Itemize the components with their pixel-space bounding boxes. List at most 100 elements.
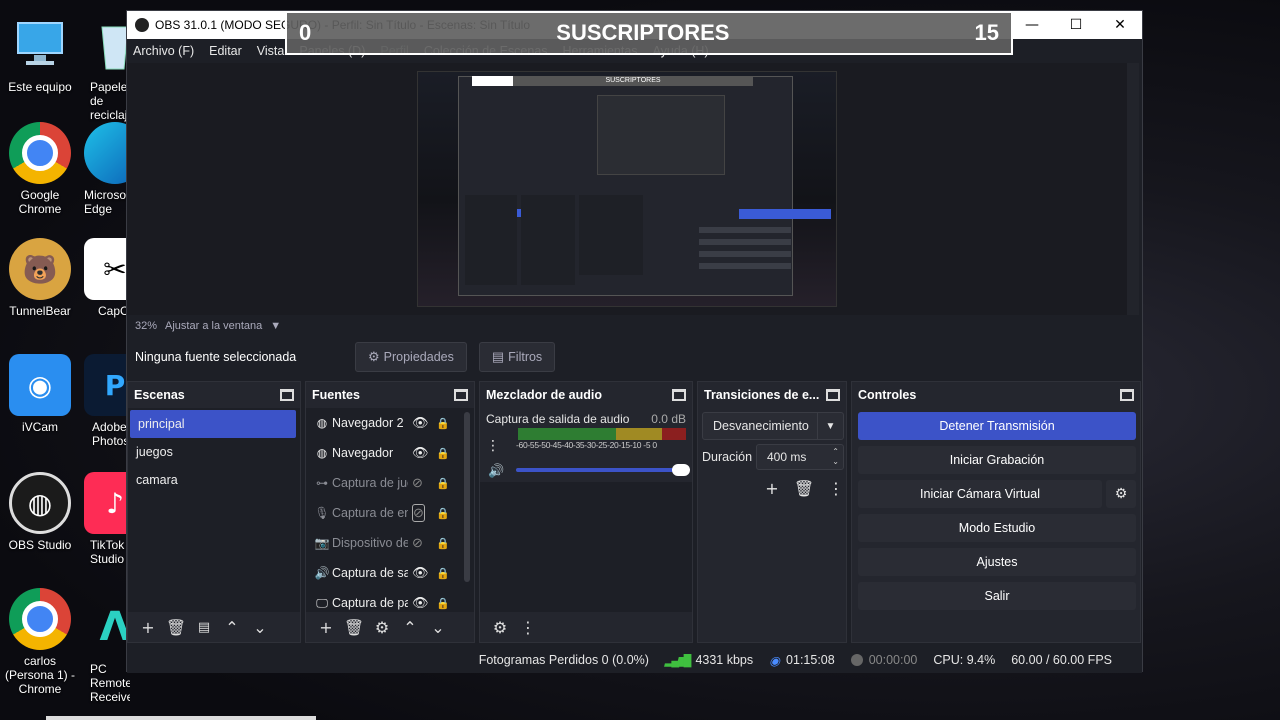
desktop-icon-this-pc[interactable]: Este equipo [0,14,80,94]
subscriber-title: SUSCRIPTORES [556,20,730,45]
chevron-down-icon[interactable]: ⌄ [246,615,274,639]
sources-scrollbar[interactable] [464,412,470,582]
desktop-icon-ivcam[interactable]: ◉ iVCam [0,354,80,434]
desktop-icon-obs[interactable]: ◍ OBS Studio [0,472,80,552]
source-name: Captura de entrada de audio [332,506,408,520]
chevron-up-icon[interactable]: ⌃ [218,615,246,639]
source-item[interactable]: ⊶ Captura de juego ⊘ 🔒 [306,468,474,498]
desktop-icon-label: Microsoft Edge [84,188,130,216]
exit-button[interactable]: Salir [858,582,1136,610]
transitions-title: Transiciones de e... [704,388,820,402]
start-recording-button[interactable]: Iniciar Grabación [858,446,1136,474]
window-controls: — ☐ ✕ [1010,11,1142,39]
source-name: Dispositivo de captura de video [332,536,408,550]
source-item[interactable]: ◍ Navegador 👁 🔒 [306,438,474,468]
speaker-icon[interactable]: 🔊 [488,464,504,479]
zoom-fit-label[interactable]: Ajustar a la ventana [165,320,262,332]
trash-icon[interactable]: 🗑 [162,615,190,639]
kebab-menu-icon[interactable]: ⋮ [514,615,542,639]
filters-button[interactable]: ▤ Filtros [478,342,556,372]
desktop-icon-chrome[interactable]: Google Chrome [0,122,80,216]
kebab-menu-icon[interactable]: ⋮ [486,438,500,454]
scene-item[interactable]: juegos [128,438,300,466]
eye-hidden-icon[interactable]: ⊘ [412,475,423,491]
chevron-down-icon[interactable]: ⌄ [424,615,452,639]
mixer-toolbar: ⚙ ⋮ [480,612,692,642]
source-item[interactable]: ◍ Navegador 2 👁 🔒 [306,408,474,438]
add-icon[interactable]: + [312,615,340,639]
maximize-icon[interactable]: ☐ [1054,11,1098,39]
undock-icon[interactable] [1120,389,1134,401]
scenes-list: principal juegos camara [128,408,300,612]
eye-hidden-icon[interactable]: ⊘ [412,504,425,522]
properties-button[interactable]: ⚙ Propiedades [355,342,467,372]
add-icon[interactable]: + [756,476,788,500]
lock-icon[interactable]: 🔒 [436,477,450,490]
tiktok-icon: ♪ [84,472,130,534]
spinner-arrows-icon[interactable]: ⌃ ⌄ [832,447,839,467]
desktop-icon-label: CapCut [98,304,130,318]
eye-icon[interactable]: 👁 [412,595,429,611]
close-icon[interactable]: ✕ [1098,11,1142,39]
add-icon[interactable]: + [134,615,162,639]
lock-icon[interactable]: 🔒 [436,447,450,460]
settings-button[interactable]: Ajustes [858,548,1136,576]
trash-icon[interactable]: 🗑 [340,615,368,639]
preview-scrollbar[interactable] [1127,63,1139,315]
filter-icon[interactable]: ▤ [190,615,218,639]
lock-icon[interactable]: 🔒 [436,507,450,520]
eye-hidden-icon[interactable]: ⊘ [412,535,423,551]
desktop-icon-capcut[interactable]: ✂ CapCut [84,238,130,318]
gear-icon[interactable]: ⚙ [1106,480,1136,508]
desktop-icon-photoshop[interactable]: P Adobe Photoshop [84,354,130,448]
gear-icon[interactable]: ⚙ [368,615,396,639]
desktop-icon-tiktok[interactable]: ♪ TikTok Studio [84,472,130,566]
source-item[interactable]: 🎙 Captura de entrada de audio ⊘ 🔒 [306,498,474,528]
eye-icon[interactable]: 👁 [412,415,429,431]
menu-edit[interactable]: Editar [209,44,242,58]
desktop-icon-pc-remote[interactable]: Λ PC Remote Receiver [84,596,130,704]
kebab-menu-icon[interactable]: ⋮ [820,476,852,500]
desktop-icon-label: carlos (Persona 1) - Chrome [4,654,76,696]
mixer-db-value: 0.0 dB [651,412,686,426]
scene-item[interactable]: camara [128,466,300,494]
duration-input[interactable]: 400 ms ⌃ ⌄ [756,444,844,470]
microphone-icon: 🎙 [314,506,330,520]
volume-slider[interactable] [516,464,690,476]
chevron-up-icon[interactable]: ⌃ [396,615,424,639]
scene-item[interactable]: principal [130,410,296,438]
undock-icon[interactable] [280,389,294,401]
sources-list: ◍ Navegador 2 👁 🔒 ◍ Navegador 👁 🔒 ⊶ Capt… [306,408,474,612]
chevron-down-icon[interactable]: ▼ [270,320,281,332]
lock-icon[interactable]: 🔒 [436,537,450,550]
start-virtual-camera-button[interactable]: Iniciar Cámara Virtual [858,480,1102,508]
volume-slider-handle[interactable] [672,464,690,476]
undock-icon[interactable] [454,389,468,401]
lock-icon[interactable]: 🔒 [436,597,450,610]
undock-icon[interactable] [826,389,840,401]
undock-icon[interactable] [672,389,686,401]
source-item[interactable]: 🔊 Captura de salida de audio 👁 🔒 [306,558,474,588]
pc-remote-icon: Λ [99,604,130,650]
menu-file[interactable]: Archivo (F) [133,44,194,58]
menu-view[interactable]: Vista [257,44,285,58]
preview-area[interactable]: SUSCRIPTORES [127,63,1139,315]
edge-icon [84,122,130,184]
preview-canvas[interactable]: SUSCRIPTORES [417,71,837,307]
desktop-icon-tunnelbear[interactable]: 🐻 TunnelBear [0,238,80,318]
source-item[interactable]: 📷 Dispositivo de captura de video ⊘ 🔒 [306,528,474,558]
advanced-audio-icon[interactable]: ⚙ [486,615,514,639]
minimize-icon[interactable]: — [1010,11,1054,39]
globe-icon: ◍ [316,446,328,460]
eye-icon[interactable]: 👁 [412,445,429,461]
desktop-icon-recycle-bin[interactable]: Papelera de reciclaje [84,14,130,122]
lock-icon[interactable]: 🔒 [436,417,450,430]
lock-icon[interactable]: 🔒 [436,567,450,580]
transition-select[interactable]: Desvanecimiento ▼ [702,412,844,440]
eye-icon[interactable]: 👁 [412,565,429,581]
desktop-icon-chrome-profile[interactable]: carlos (Persona 1) - Chrome [0,588,80,696]
studio-mode-button[interactable]: Modo Estudio [858,514,1136,542]
trash-icon[interactable]: 🗑 [788,476,820,500]
desktop-icon-edge[interactable]: Microsoft Edge [84,122,130,216]
stop-streaming-button[interactable]: Detener Transmisión [858,412,1136,440]
